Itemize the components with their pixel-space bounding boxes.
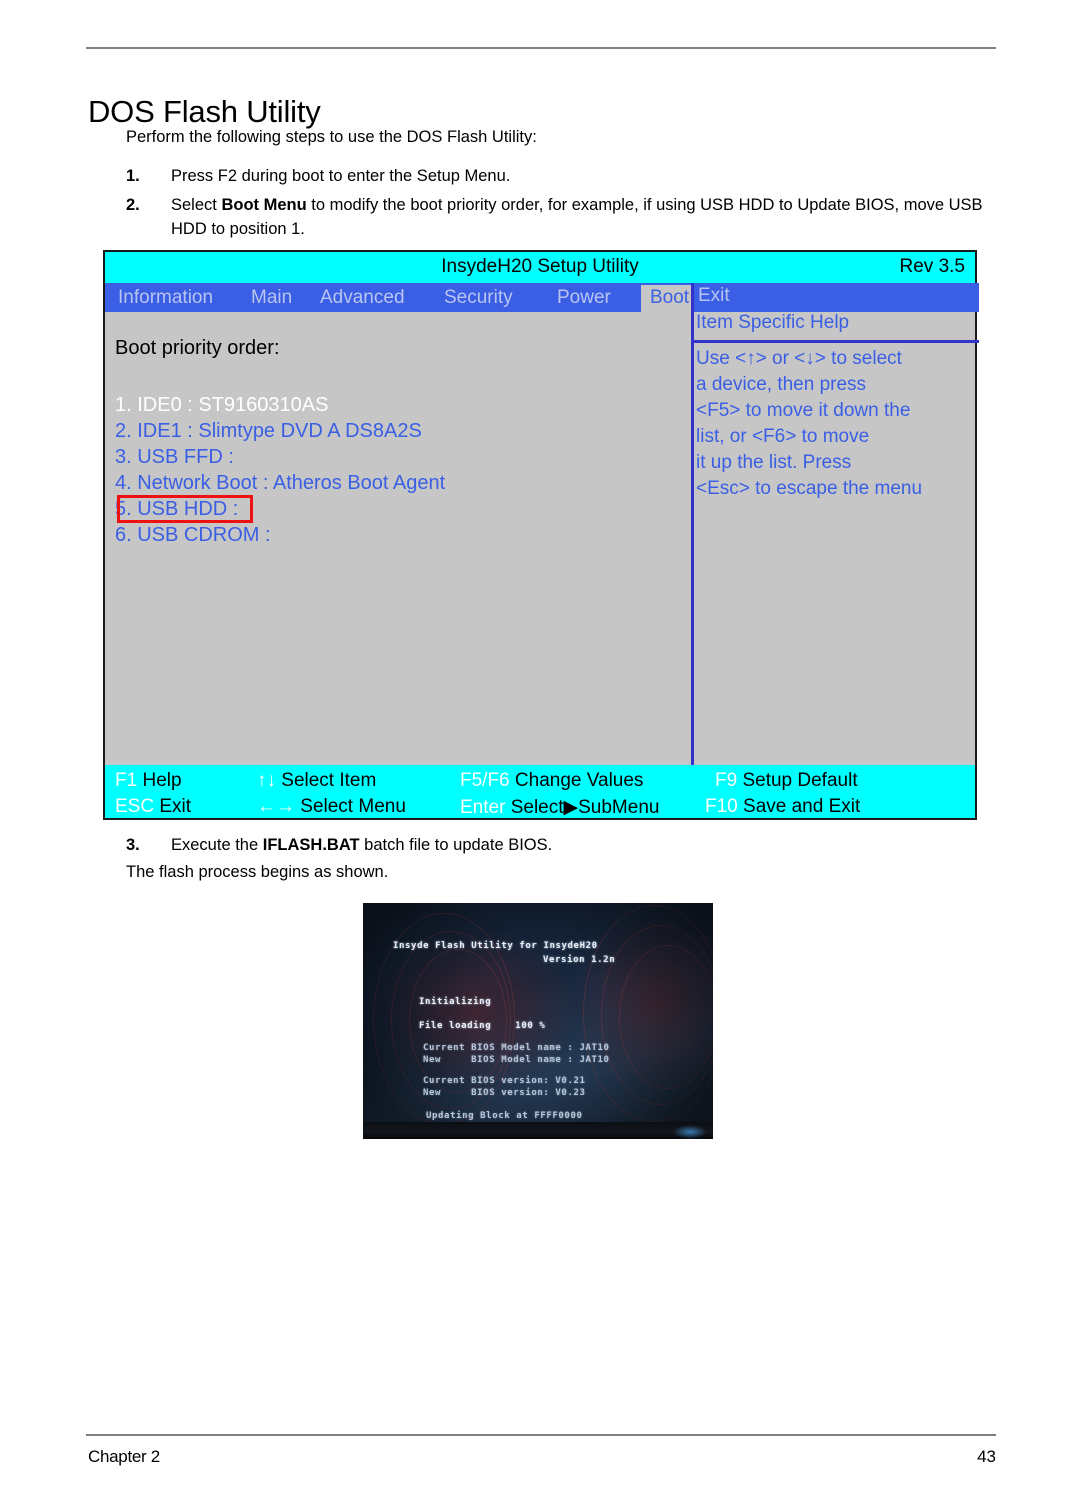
footer-page-number: 43 [977, 1447, 996, 1466]
boot-item-1[interactable]: 1. IDE0 : ST9160310AS [115, 392, 675, 418]
fkey-f5f6-desc: Change Values [509, 770, 644, 791]
fkey-esc-label: ESC [115, 796, 155, 817]
fkey-updown-select-item[interactable]: ↑↓ Select Item [257, 770, 376, 792]
bios-setup-utility-window[interactable]: InsydeH20 Setup Utility Rev 3.5 Informat… [103, 250, 979, 820]
tab-exit-container[interactable]: Exit [694, 283, 979, 312]
photo-line-utility-title: Insyde Flash Utility for InsydeH20 [393, 941, 598, 951]
step-2-number: 2. [126, 196, 140, 214]
tab-information[interactable]: Information [109, 285, 222, 312]
fkey-esc-desc: Exit [154, 796, 192, 817]
fkey-enter-select-submenu[interactable]: Enter Select▶SubMenu [460, 796, 659, 819]
fkey-f10-save-and-exit[interactable]: F10 Save and Exit [705, 796, 860, 818]
help-line-5: it up the list. Press [696, 452, 852, 473]
fkey-f9-setup-default[interactable]: F9 Setup Default [715, 770, 858, 792]
item-specific-help-panel: Item Specific Help Use <↑> or <↓> to sel… [694, 312, 979, 765]
item-specific-help-header: Item Specific Help [696, 312, 850, 333]
tab-advanced[interactable]: Advanced [311, 285, 414, 312]
fkey-esc-exit[interactable]: ESC Exit [115, 796, 191, 818]
fkey-leftright-label: ←→ [257, 796, 295, 817]
step-3-number: 3. [126, 836, 140, 854]
insyde-flash-utility-photo: Insyde Flash Utility for InsydeH20 Versi… [363, 903, 713, 1139]
fkey-f10-desc: Save and Exit [737, 796, 861, 817]
tab-power[interactable]: Power [548, 285, 620, 312]
step-3-text: Execute the IFLASH.BAT batch file to upd… [171, 836, 553, 854]
fkey-f9-label: F9 [715, 770, 738, 791]
photo-laptop-bezel [363, 1122, 713, 1139]
fkey-f1-label: F1 [115, 770, 138, 791]
photo-line-updating-block: Updating Block at FFFF0000 [426, 1111, 583, 1121]
help-header-divider [694, 340, 979, 343]
help-line-3: <F5> to move it down the [696, 400, 911, 421]
bios-body: Exit Boot priority order: 1. IDE0 : ST91… [105, 283, 979, 765]
photo-line-file-loading: File loading 100 % [419, 1021, 546, 1031]
boot-priority-panel: Boot priority order: 1. IDE0 : ST9160310… [105, 312, 691, 765]
photo-bezel-indicator-light [673, 1125, 707, 1139]
fkey-leftright-select-menu[interactable]: ←→ Select Menu [257, 796, 406, 818]
boot-item-6[interactable]: 6. USB CDROM : [115, 522, 675, 548]
boot-priority-label: Boot priority order: [115, 337, 280, 359]
fkey-leftright-desc: Select Menu [295, 796, 406, 817]
boot-priority-list[interactable]: 1. IDE0 : ST9160310AS 2. IDE1 : Slimtype… [115, 392, 675, 548]
bios-title-bar: InsydeH20 Setup Utility Rev 3.5 [105, 252, 975, 283]
boot-item-5[interactable]: 5. USB HDD : [115, 496, 675, 522]
step-2-text: Select Boot Menu to modify the boot prio… [171, 196, 983, 238]
photo-line-new-version: New BIOS version: V0.23 [423, 1088, 586, 1098]
boot-item-3[interactable]: 3. USB FFD : [115, 444, 675, 470]
boot-item-4[interactable]: 4. Network Boot : Atheros Boot Agent [115, 470, 675, 496]
step-1-text: Press F2 during boot to enter the Setup … [171, 167, 511, 185]
photo-line-new-model: New BIOS Model name : JAT10 [423, 1055, 610, 1065]
help-line-6: <Esc> to escape the menu [696, 478, 923, 499]
tab-boot[interactable]: Boot [641, 285, 699, 312]
fkey-enter-label: Enter [460, 797, 506, 818]
fkey-f1-desc: Help [137, 770, 182, 791]
step-3: 3. Execute the IFLASH.BAT batch file to … [126, 833, 826, 857]
page-top-rule [86, 47, 996, 49]
bios-function-key-bar: F1 Help ↑↓ Select Item F5/F6 Change Valu… [105, 765, 975, 818]
page-bottom-rule [86, 1434, 996, 1436]
tab-exit[interactable]: Exit [698, 285, 730, 307]
footer-chapter: Chapter 2 [88, 1447, 160, 1466]
fkey-f5f6-label: F5/F6 [460, 770, 510, 791]
photo-line-current-model: Current BIOS Model name : JAT10 [423, 1043, 610, 1053]
page-title: DOS Flash Utility [88, 93, 321, 129]
boot-item-2[interactable]: 2. IDE1 : Slimtype DVD A DS8A2S [115, 418, 675, 444]
item-specific-help-text: Use <↑> or <↓> to select a device, then … [696, 346, 979, 502]
bios-title: InsydeH20 Setup Utility [441, 256, 639, 277]
flash-process-note: The flash process begins as shown. [126, 863, 389, 881]
step-1-number: 1. [126, 167, 140, 185]
fkey-f9-desc: Setup Default [737, 770, 858, 791]
intro-paragraph: Perform the following steps to use the D… [126, 128, 537, 146]
help-line-1: Use <↑> or <↓> to select [696, 348, 902, 369]
fkey-f1-help[interactable]: F1 Help [115, 770, 182, 792]
fkey-enter-desc: Select▶SubMenu [505, 797, 660, 818]
photo-line-version: Version 1.2n [543, 955, 616, 965]
fkey-updown-label: ↑↓ [257, 770, 276, 791]
bios-revision: Rev 3.5 [899, 256, 965, 277]
step-1: 1. Press F2 during boot to enter the Set… [126, 164, 986, 188]
fkey-f10-label: F10 [705, 796, 738, 817]
help-line-4: list, or <F6> to move [696, 426, 870, 447]
tab-main[interactable]: Main [242, 285, 301, 312]
step-2: 2. Select Boot Menu to modify the boot p… [126, 193, 996, 241]
photo-line-initializing: Initializing [419, 997, 492, 1007]
help-line-2: a device, then press [696, 374, 867, 395]
photo-line-current-version: Current BIOS version: V0.21 [423, 1076, 586, 1086]
fkey-f5f6-change-values[interactable]: F5/F6 Change Values [460, 770, 643, 792]
tab-security[interactable]: Security [435, 285, 522, 312]
fkey-updown-desc: Select Item [276, 770, 377, 791]
